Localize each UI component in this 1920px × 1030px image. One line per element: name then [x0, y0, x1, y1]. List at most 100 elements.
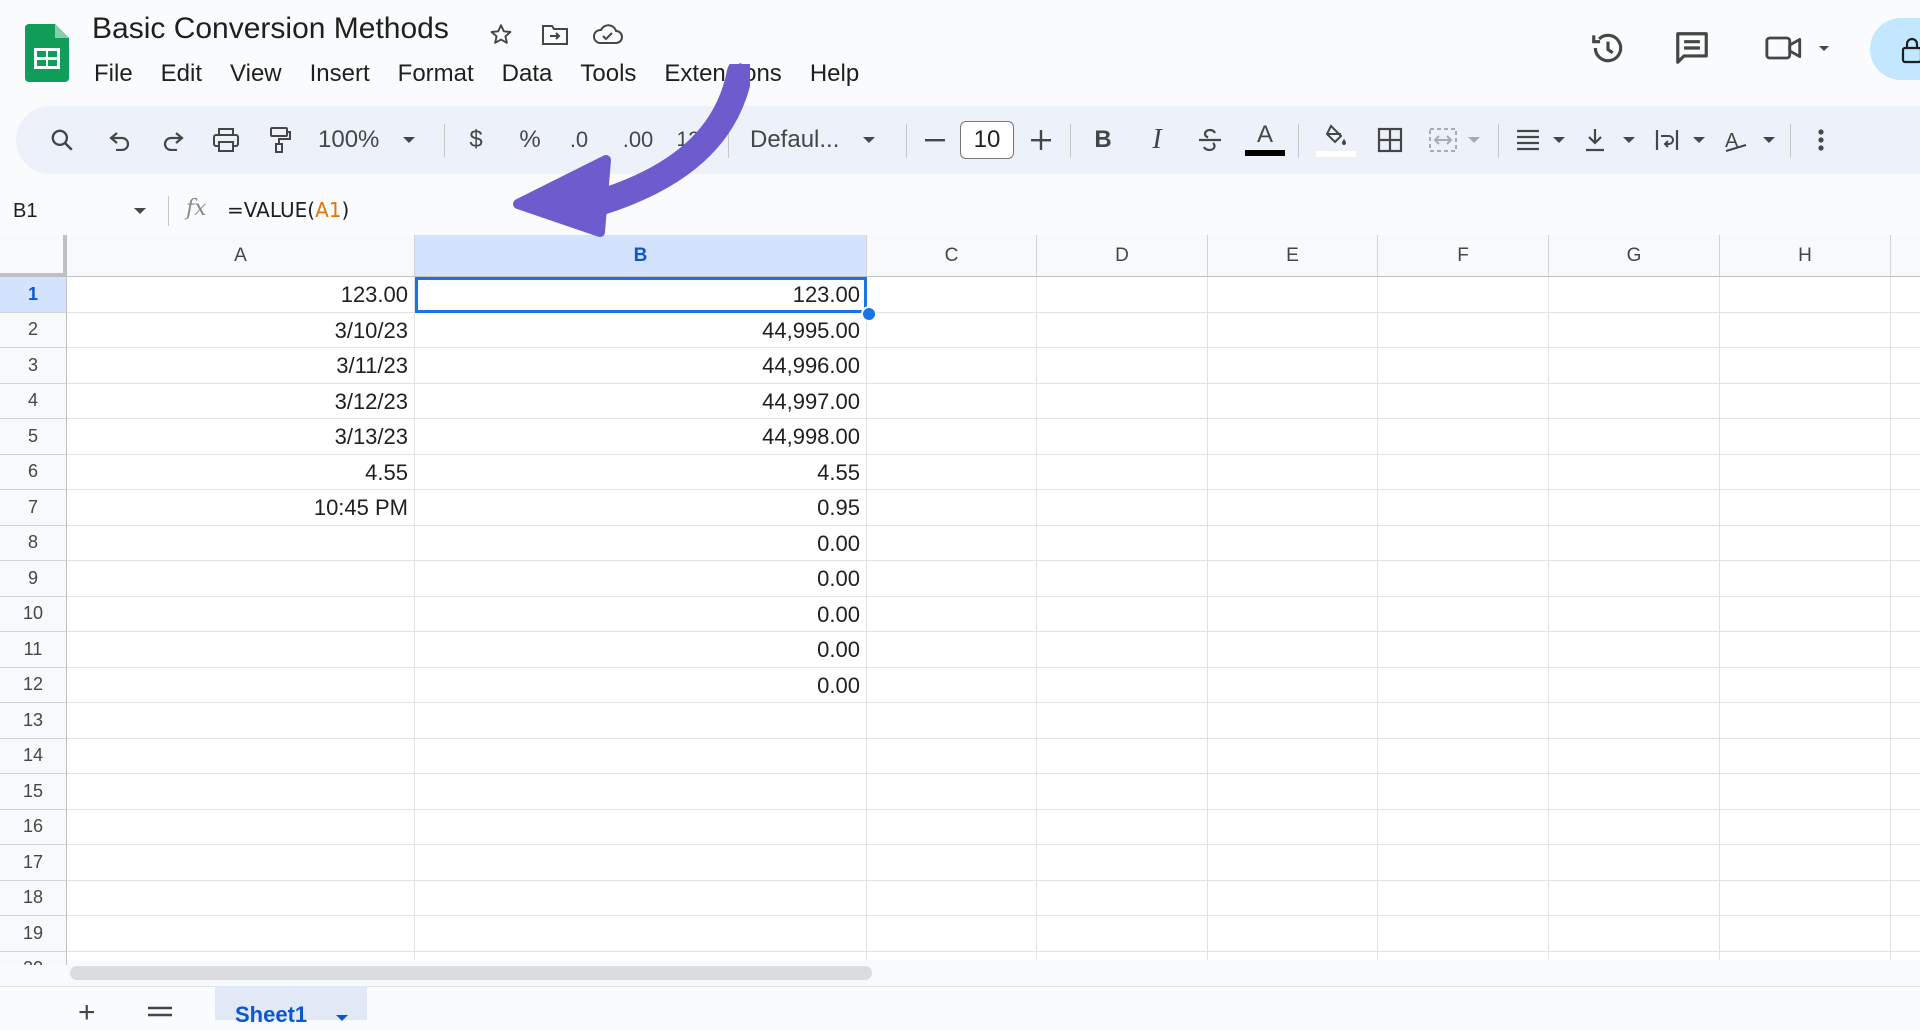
cell-e2[interactable] — [1208, 312, 1378, 348]
fill-color-icon[interactable] — [1316, 106, 1356, 174]
cell-d19[interactable] — [1037, 916, 1208, 952]
cell-d6[interactable] — [1037, 454, 1208, 490]
column-header-b[interactable]: B — [415, 235, 867, 277]
cell-h4[interactable] — [1720, 383, 1891, 419]
cell-c11[interactable] — [867, 632, 1037, 668]
cell-i4[interactable] — [1891, 384, 1920, 419]
cell-c3[interactable] — [867, 348, 1037, 384]
cell-f15[interactable] — [1378, 774, 1549, 810]
fill-handle[interactable] — [861, 306, 877, 322]
cell-a6[interactable]: 4.55 — [67, 454, 415, 490]
row-header-6[interactable]: 6 — [0, 454, 67, 490]
cell-a11[interactable] — [67, 632, 415, 668]
cell-e9[interactable] — [1208, 561, 1378, 597]
vertical-align-icon[interactable] — [1582, 106, 1640, 174]
all-sheets-menu-icon[interactable] — [146, 1006, 174, 1020]
cell-d9[interactable] — [1037, 561, 1208, 597]
row-header-17[interactable]: 17 — [0, 845, 67, 881]
cell-a16[interactable] — [67, 809, 415, 845]
cell-h19[interactable] — [1720, 916, 1891, 952]
italic-button[interactable]: I — [1142, 106, 1172, 174]
cell-b19[interactable] — [415, 916, 867, 952]
meet-dropdown-chevron-icon[interactable] — [1814, 40, 1834, 56]
cell-f9[interactable] — [1378, 561, 1549, 597]
sheet-tab-chevron-down-icon[interactable] — [334, 1010, 350, 1021]
menu-format[interactable]: Format — [384, 56, 488, 92]
more-options-icon[interactable] — [1806, 106, 1836, 174]
cell-f8[interactable] — [1378, 525, 1549, 561]
cell-i12[interactable] — [1891, 668, 1920, 703]
cell-i13[interactable] — [1891, 703, 1920, 739]
row-header-15[interactable]: 15 — [0, 774, 67, 810]
increase-font-size-icon[interactable] — [1028, 106, 1054, 174]
menu-extensions[interactable]: Extensions — [650, 56, 795, 92]
cell-c18[interactable] — [867, 880, 1037, 916]
more-formats-button[interactable]: 123 — [674, 106, 714, 174]
cell-e6[interactable] — [1208, 454, 1378, 490]
cell-a8[interactable] — [67, 525, 415, 561]
cell-e1[interactable] — [1208, 277, 1378, 313]
cell-d5[interactable] — [1037, 419, 1208, 455]
cell-i2[interactable] — [1891, 313, 1920, 348]
font-family-select[interactable]: Defaul... — [750, 106, 890, 174]
cell-d3[interactable] — [1037, 348, 1208, 384]
cell-b12[interactable]: 0.00 — [415, 667, 867, 703]
cell-h10[interactable] — [1720, 596, 1891, 632]
cell-b14[interactable] — [415, 738, 867, 774]
column-header-d[interactable]: D — [1037, 235, 1208, 277]
cell-e17[interactable] — [1208, 845, 1378, 881]
document-title[interactable]: Basic Conversion Methods — [92, 12, 449, 46]
column-header-c[interactable]: C — [867, 235, 1037, 277]
cell-e3[interactable] — [1208, 348, 1378, 384]
menu-help[interactable]: Help — [796, 56, 873, 92]
cell-b3[interactable]: 44,996.00 — [415, 348, 867, 384]
cell-h1[interactable] — [1720, 277, 1891, 313]
cell-e15[interactable] — [1208, 774, 1378, 810]
cell-a5[interactable]: 3/13/23 — [67, 419, 415, 455]
cell-d10[interactable] — [1037, 596, 1208, 632]
cell-h2[interactable] — [1720, 312, 1891, 348]
cell-a15[interactable] — [67, 774, 415, 810]
cell-h12[interactable] — [1720, 667, 1891, 703]
cell-i6[interactable] — [1891, 455, 1920, 490]
cell-i15[interactable] — [1891, 774, 1920, 810]
cell-g8[interactable] — [1549, 525, 1720, 561]
cell-d13[interactable] — [1037, 703, 1208, 739]
row-header-18[interactable]: 18 — [0, 880, 67, 916]
merge-cells-icon[interactable] — [1426, 106, 1486, 174]
cell-a1[interactable]: 123.00 — [67, 277, 415, 313]
add-sheet-button[interactable]: + — [78, 996, 96, 1030]
cell-f2[interactable] — [1378, 312, 1549, 348]
cell-b2[interactable]: 44,995.00 — [415, 312, 867, 348]
cell-g19[interactable] — [1549, 916, 1720, 952]
column-header-f[interactable]: F — [1378, 235, 1549, 277]
menu-data[interactable]: Data — [488, 56, 567, 92]
cell-e13[interactable] — [1208, 703, 1378, 739]
cell-h8[interactable] — [1720, 525, 1891, 561]
cell-c19[interactable] — [867, 916, 1037, 952]
font-size-input[interactable]: 10 — [960, 121, 1014, 159]
cell-h11[interactable] — [1720, 632, 1891, 668]
cell-a4[interactable]: 3/12/23 — [67, 383, 415, 419]
cell-i10[interactable] — [1891, 597, 1920, 632]
print-icon[interactable] — [208, 106, 244, 174]
row-header-11[interactable]: 11 — [0, 632, 67, 668]
cell-g14[interactable] — [1549, 738, 1720, 774]
row-header-12[interactable]: 12 — [0, 667, 67, 703]
comments-icon[interactable] — [1670, 26, 1714, 70]
increase-decimal-button[interactable]: .00 — [620, 106, 656, 174]
cell-e12[interactable] — [1208, 667, 1378, 703]
cell-f14[interactable] — [1378, 738, 1549, 774]
cell-h17[interactable] — [1720, 845, 1891, 881]
cell-e4[interactable] — [1208, 383, 1378, 419]
cell-c9[interactable] — [867, 561, 1037, 597]
column-header-e[interactable]: E — [1208, 235, 1378, 277]
menu-edit[interactable]: Edit — [147, 56, 216, 92]
cell-h5[interactable] — [1720, 419, 1891, 455]
cell-e10[interactable] — [1208, 596, 1378, 632]
cell-f4[interactable] — [1378, 383, 1549, 419]
cell-d4[interactable] — [1037, 383, 1208, 419]
meet-video-icon[interactable] — [1762, 26, 1806, 70]
menu-view[interactable]: View — [216, 56, 296, 92]
spreadsheet-grid[interactable]: ABCDEFGH 1 123.00 123.00 2 3/10/23 44,995.00 3… — [0, 235, 1920, 965]
